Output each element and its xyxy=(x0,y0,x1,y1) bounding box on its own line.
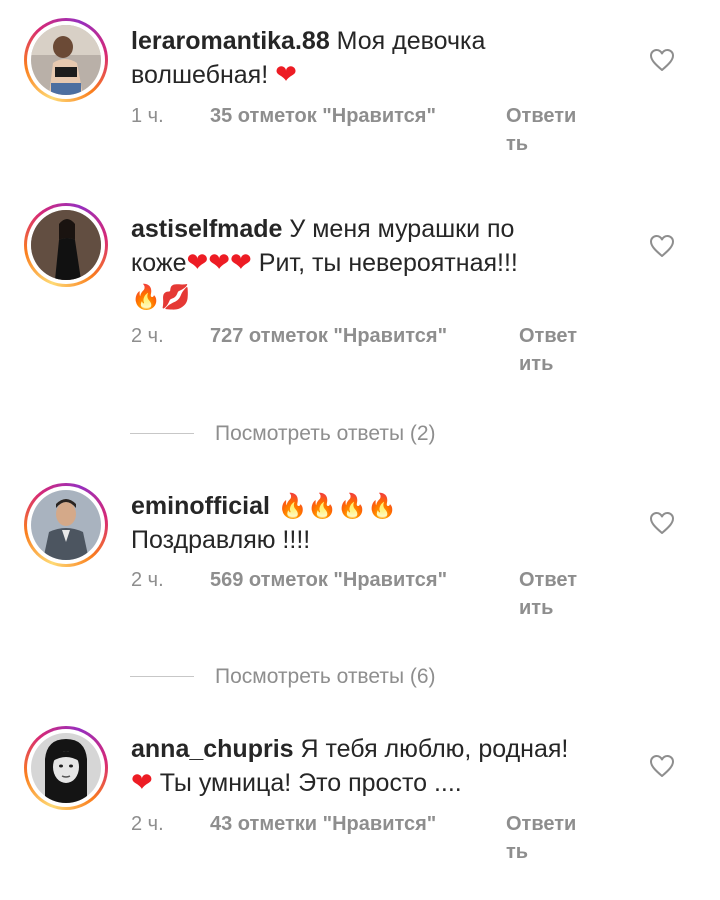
comment-item: anna_chupris Я тебя люблю, родная! ❤ Ты … xyxy=(0,0,720,900)
comment-body: Я тебя люблю, родная! xyxy=(293,735,569,763)
likes-count[interactable]: 43 отметки "Нравится" xyxy=(210,810,436,838)
comment-time: 2 ч. xyxy=(131,813,164,835)
reply-label: ть xyxy=(506,841,529,863)
comment-username[interactable]: anna_chupris xyxy=(131,735,294,763)
red-heart-emoji: ❤ xyxy=(131,768,153,798)
avatar-image xyxy=(31,733,101,803)
comment-body: Ты умница! Это просто .... xyxy=(152,769,462,797)
heart-outline-icon[interactable] xyxy=(649,754,675,778)
avatar[interactable] xyxy=(24,726,108,810)
comment-text: anna_chupris Я тебя люблю, родная! ❤ Ты … xyxy=(131,732,568,800)
reply-button[interactable]: Ответи ть xyxy=(506,810,576,866)
reply-label: Ответи xyxy=(506,813,577,835)
